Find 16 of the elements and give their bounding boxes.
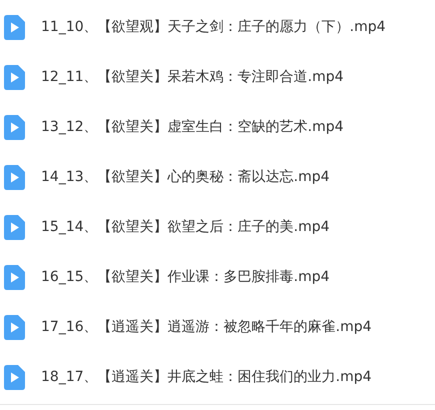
- video-file-icon: [4, 314, 25, 340]
- file-name[interactable]: 18_17、【逍遥关】井底之蛙：困住我们的业力.mp4: [41, 368, 372, 386]
- file-name[interactable]: 11_10、【欲望观】天子之剑：庄子的愿力（下）.mp4: [41, 18, 386, 36]
- video-file-icon: [4, 264, 25, 290]
- video-file-icon: [4, 214, 25, 240]
- video-file-icon: [4, 14, 25, 40]
- file-name[interactable]: 14_13、【欲望关】心的奥秘：斋以达忘.mp4: [41, 168, 330, 186]
- file-name[interactable]: 16_15、【欲望关】作业课：多巴胺排毒.mp4: [41, 268, 330, 286]
- video-file-icon: [4, 64, 25, 90]
- file-name[interactable]: 12_11、【欲望关】呆若木鸡：专注即合道.mp4: [41, 68, 344, 86]
- video-file-icon: [4, 364, 25, 390]
- video-file-icon: [4, 114, 25, 140]
- video-file-icon: [4, 164, 25, 190]
- file-name[interactable]: 13_12、【欲望关】虚室生白：空缺的艺术.mp4: [41, 118, 344, 136]
- file-name[interactable]: 17_16、【逍遥关】逍遥游：被忽略千年的麻雀.mp4: [41, 318, 372, 336]
- file-name[interactable]: 15_14、【欲望关】欲望之后：庄子的美.mp4: [41, 218, 330, 236]
